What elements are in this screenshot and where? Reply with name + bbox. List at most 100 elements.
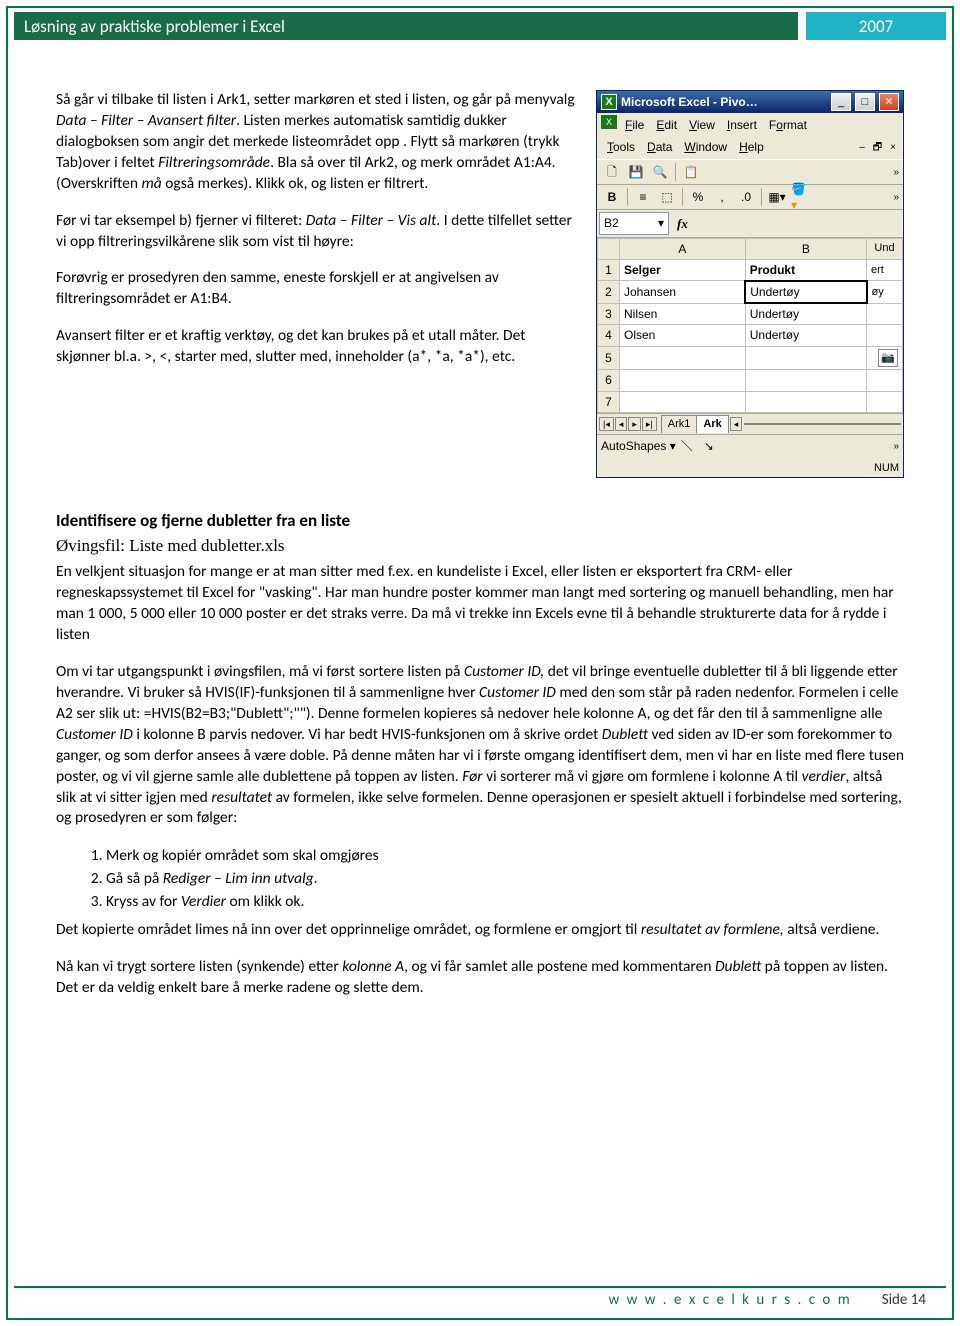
align-center-icon[interactable]: ≡: [632, 187, 654, 207]
excel-menubar: X FFileile Edit View Insert Format: [597, 113, 903, 137]
paragraph-7: Det kopierte området limes nå inn over d…: [56, 920, 904, 941]
excel-toolbar-standard: 🗋 💾 🔍 📋 »: [597, 159, 903, 185]
paragraph-8: Nå kan vi trygt sortere listen (synkende…: [56, 957, 904, 999]
increase-decimal-icon[interactable]: .0: [735, 187, 757, 207]
drawing-overflow-icon[interactable]: »: [893, 440, 899, 454]
menu-insert[interactable]: Insert: [721, 115, 763, 135]
cell-a4[interactable]: Olsen: [620, 325, 746, 346]
page-content: Så går vi tilbake til listen i Ark1, set…: [56, 90, 904, 1015]
cell-b2[interactable]: Undertøy: [745, 281, 866, 303]
excel-toolbar-formatting: B ≡ ⬚ % , .0 ▦▾ 🪣▾ »: [597, 185, 903, 210]
fx-icon[interactable]: fx: [671, 215, 694, 233]
menu-view[interactable]: View: [683, 115, 721, 135]
hscroll-left-icon[interactable]: ◂: [730, 417, 743, 431]
cell-a5[interactable]: [620, 346, 746, 370]
tab-last-icon[interactable]: ▸|: [642, 417, 657, 431]
cell-b7[interactable]: [745, 391, 866, 412]
paragraph-2: Før vi tar eksempel b) fjerner vi filter…: [56, 211, 578, 253]
excel-titlebar: X Microsoft Excel - Pivo… _ □ ✕: [597, 91, 903, 113]
cell-a7[interactable]: [620, 391, 746, 412]
menu-help[interactable]: Help: [733, 137, 770, 157]
excel-formula-bar: B2▾ fx: [597, 210, 903, 237]
cell-a2[interactable]: Johansen: [620, 281, 746, 303]
row-header-4[interactable]: 4: [598, 325, 620, 346]
header-year: 2007: [806, 12, 946, 40]
excel-menubar-row2: Tools Data Window Help – 🗗 ×: [597, 137, 903, 159]
doc-close-icon[interactable]: ×: [887, 141, 899, 155]
row-header-7[interactable]: 7: [598, 391, 620, 412]
section-title: Identifisere og fjerne dubletter fra en …: [56, 510, 904, 533]
chevron-down-icon[interactable]: ▾: [658, 215, 664, 231]
cell-b1[interactable]: Produkt: [745, 259, 866, 281]
cell-a3[interactable]: Nilsen: [620, 303, 746, 325]
bold-icon[interactable]: B: [601, 187, 623, 207]
row-header-2[interactable]: 2: [598, 281, 620, 303]
cell-b5[interactable]: [745, 346, 866, 370]
row-header-1[interactable]: 1: [598, 259, 620, 281]
excel-app-icon: X: [601, 94, 617, 110]
line-icon[interactable]: ＼: [676, 437, 698, 457]
sheet-tab-ark1[interactable]: Ark1: [661, 415, 698, 433]
comma-icon[interactable]: ,: [711, 187, 733, 207]
new-icon[interactable]: 🗋: [601, 162, 623, 182]
col-header-b[interactable]: B: [745, 238, 866, 259]
name-box[interactable]: B2▾: [599, 212, 669, 234]
tab-first-icon[interactable]: |◂: [599, 417, 614, 431]
tab-next-icon[interactable]: ▸: [628, 417, 641, 431]
excel-doc-icon: X: [601, 115, 617, 129]
cell-b3[interactable]: Undertøy: [745, 303, 866, 325]
cell-a6[interactable]: [620, 370, 746, 391]
sheet-tab-ark2[interactable]: Ark: [696, 415, 728, 433]
doc-restore-icon[interactable]: 🗗: [870, 141, 885, 155]
procedure-list: Merk og kopiér området som skal omgjøres…: [106, 845, 904, 914]
menu-format[interactable]: Format: [763, 115, 813, 135]
tab-prev-icon[interactable]: ◂: [615, 417, 628, 431]
cell-b4[interactable]: Undertøy: [745, 325, 866, 346]
menu-tools[interactable]: Tools: [601, 137, 641, 157]
menu-edit[interactable]: Edit: [650, 115, 683, 135]
list-item-1: Merk og kopiér området som skal omgjøres: [106, 845, 904, 868]
maximize-button[interactable]: □: [855, 93, 875, 111]
formula-overflow-2: ert: [867, 259, 903, 281]
tab-nav: |◂ ◂ ▸ ▸|: [599, 417, 657, 431]
excel-grid: A B Und 1 Selger Produkt ert 2 Johan: [597, 238, 903, 413]
close-button[interactable]: ✕: [879, 93, 899, 111]
hscroll-track[interactable]: [744, 423, 901, 425]
paragraph-5: En velkjent situasjon for mange er at ma…: [56, 562, 904, 646]
save-icon[interactable]: 💾: [625, 162, 647, 182]
paste-icon[interactable]: 📋: [680, 162, 702, 182]
cell-a1[interactable]: Selger: [620, 259, 746, 281]
excel-screenshot: X Microsoft Excel - Pivo… _ □ ✕ X FFilei…: [596, 90, 904, 478]
percent-icon[interactable]: %: [687, 187, 709, 207]
excel-tabbar: |◂ ◂ ▸ ▸| Ark1 Ark ◂: [597, 413, 903, 434]
list-item-3: Kryss av for Verdier om klikk ok.: [106, 891, 904, 914]
cell-b6[interactable]: [745, 370, 866, 391]
select-all-corner[interactable]: [598, 238, 620, 259]
row-header-6[interactable]: 6: [598, 370, 620, 391]
row-header-3[interactable]: 3: [598, 303, 620, 325]
formula-value: [694, 221, 903, 225]
borders-icon[interactable]: ▦▾: [766, 187, 788, 207]
excel-statusbar: NUM: [597, 459, 903, 478]
col-header-a[interactable]: A: [620, 238, 746, 259]
print-preview-icon[interactable]: 🔍: [649, 162, 671, 182]
camera-icon[interactable]: 📷: [878, 349, 898, 368]
minimize-button[interactable]: _: [831, 93, 851, 111]
footer-url: w w w . e x c e l k u r s . c o m: [608, 1291, 851, 1309]
toolbar2-overflow-icon[interactable]: »: [893, 191, 899, 205]
excel-drawing-toolbar: AutoAutoShapesShapes ▾ ＼ ↘ »: [597, 434, 903, 459]
menu-file[interactable]: FFileile: [619, 115, 650, 135]
header-title: Løsning av praktiske problemer i Excel: [14, 12, 798, 40]
merge-icon[interactable]: ⬚: [656, 187, 678, 207]
autoshapes-menu[interactable]: AutoAutoShapesShapes ▾: [601, 438, 676, 454]
row-header-5[interactable]: 5: [598, 346, 620, 370]
footer-page: Side 14: [882, 1291, 926, 1309]
doc-minimize-icon[interactable]: –: [856, 141, 868, 155]
menu-data[interactable]: Data: [641, 137, 678, 157]
menu-window[interactable]: Window: [678, 137, 733, 157]
fill-color-icon[interactable]: 🪣▾: [790, 187, 812, 207]
arrow-icon[interactable]: ↘: [698, 437, 720, 457]
toolbar-overflow-icon[interactable]: »: [893, 166, 899, 180]
paragraph-1: Så går vi tilbake til listen i Ark1, set…: [56, 90, 578, 195]
list-item-2: Gå så på Rediger – Lim inn utvalg.: [106, 868, 904, 891]
